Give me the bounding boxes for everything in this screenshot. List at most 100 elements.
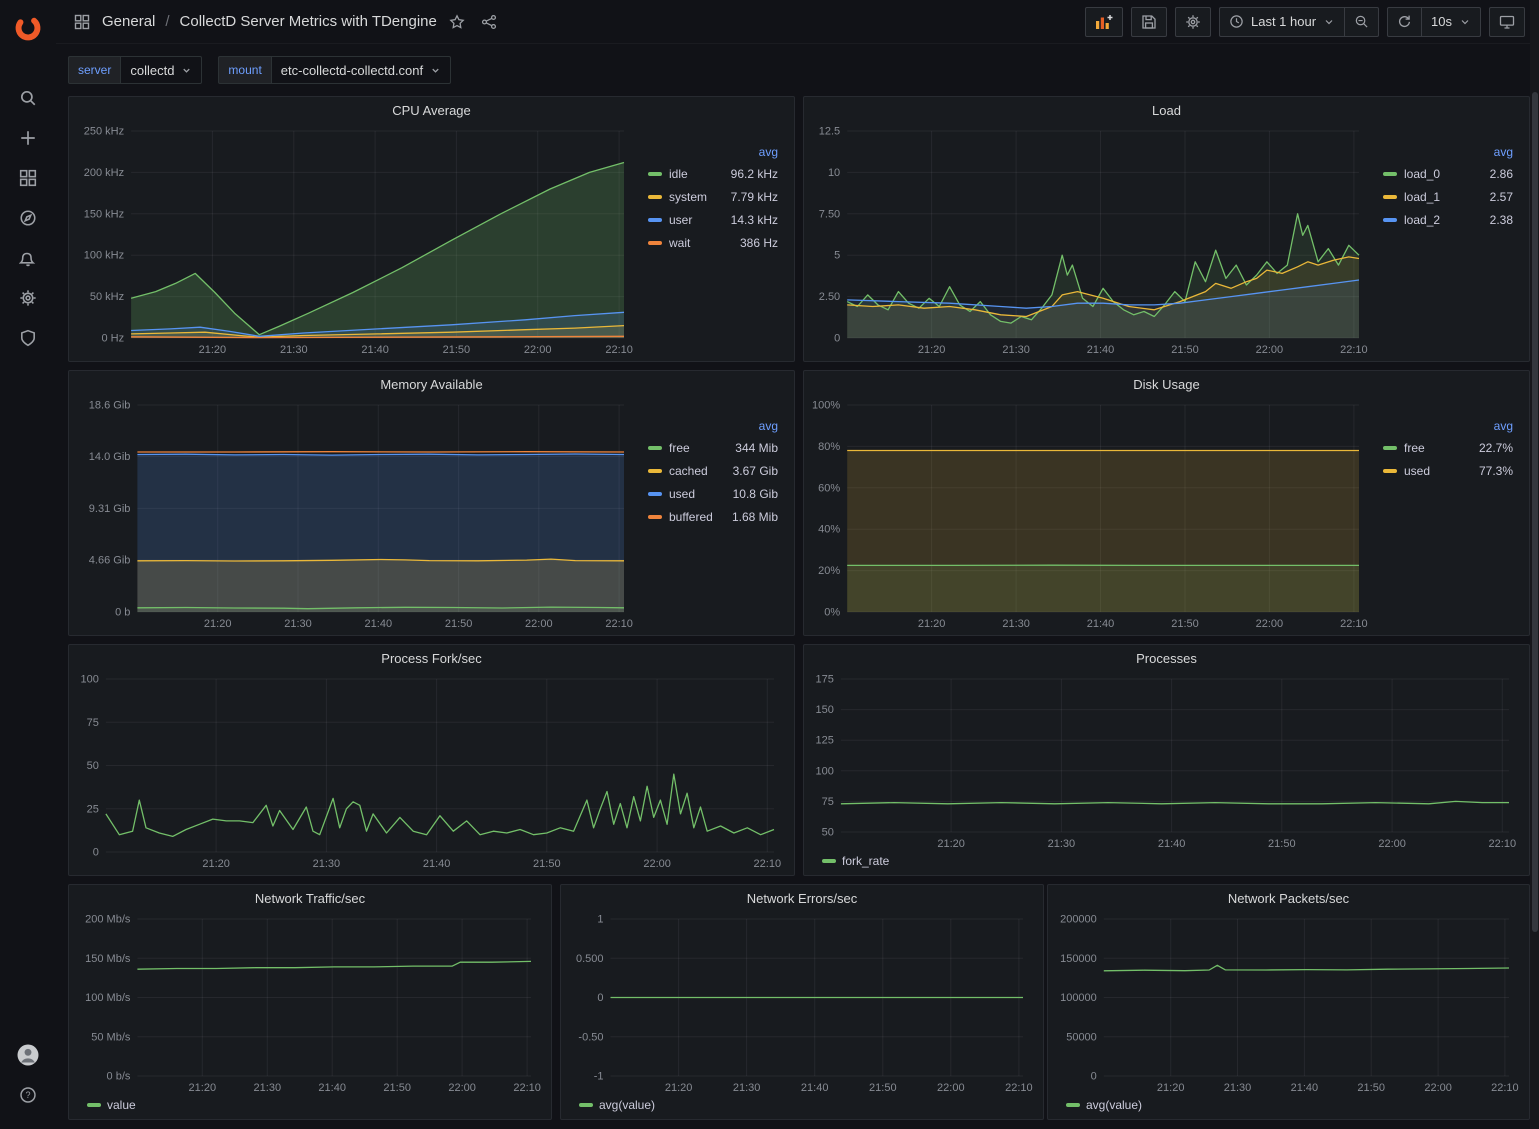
process-fork-chart[interactable]: 025507510021:2021:3021:4021:5022:0022:10 — [75, 671, 788, 871]
panel-title[interactable]: Network Errors/sec — [561, 885, 1043, 911]
legend-series-name[interactable]: free — [1404, 441, 1425, 455]
variable-mount-dropdown[interactable]: etc-collectd-collectd.conf — [271, 56, 451, 84]
svg-text:22:10: 22:10 — [754, 858, 782, 870]
chart-canvas[interactable]: 507510012515017521:2021:3021:4021:5022:0… — [810, 671, 1523, 851]
grafana-logo[interactable] — [8, 10, 48, 46]
gear-icon — [19, 289, 37, 307]
sidebar-item-search[interactable] — [8, 80, 48, 116]
legend-series-name[interactable]: avg(value) — [579, 1098, 655, 1112]
dashboards-grid-icon — [19, 169, 37, 187]
svg-text:0: 0 — [597, 992, 603, 1004]
svg-text:21:40: 21:40 — [1087, 344, 1115, 356]
network-packets-chart[interactable]: 05000010000015000020000021:2021:3021:402… — [1054, 911, 1523, 1095]
sidebar-item-explore[interactable] — [8, 200, 48, 236]
breadcrumb-folder[interactable]: General — [102, 13, 155, 30]
breadcrumb-dashboard-title[interactable]: CollectD Server Metrics with TDengine — [180, 13, 437, 30]
scrollbar[interactable] — [1530, 0, 1539, 1129]
scrollbar-thumb[interactable] — [1532, 92, 1538, 932]
add-panel-button[interactable] — [1085, 7, 1123, 37]
svg-text:21:30: 21:30 — [313, 858, 341, 870]
legend-series-name[interactable]: value — [87, 1098, 136, 1112]
chart-canvas[interactable]: -1-0.5000.500121:2021:3021:4021:5022:002… — [567, 911, 1037, 1095]
legend-series-name[interactable]: system — [669, 190, 707, 204]
chart-canvas[interactable]: 0 b4.66 Gib9.31 Gib14.0 Gib18.6 Gib21:20… — [75, 397, 638, 631]
chart-canvas[interactable]: 02.5057.501012.521:2021:3021:4021:5022:0… — [810, 123, 1373, 357]
legend-series-name[interactable]: wait — [669, 236, 690, 250]
series-color-icon — [648, 515, 662, 519]
panel-title[interactable]: Disk Usage — [804, 371, 1529, 397]
panel-title[interactable]: Process Fork/sec — [69, 645, 794, 671]
user-avatar[interactable] — [8, 1037, 48, 1073]
chart-canvas[interactable]: 0 Hz50 kHz100 kHz150 kHz200 kHz250 kHz21… — [75, 123, 638, 357]
legend-item: used77.3% — [1383, 459, 1513, 482]
svg-text:40%: 40% — [818, 524, 840, 536]
sidebar-item-help[interactable]: ? — [8, 1077, 48, 1113]
time-range-picker[interactable]: Last 1 hour — [1219, 7, 1344, 37]
sidebar-item-server-admin[interactable] — [8, 320, 48, 356]
series-color-icon — [1383, 446, 1397, 450]
chart-canvas[interactable]: 025507510021:2021:3021:4021:5022:0022:10 — [75, 671, 788, 871]
refresh-interval-picker[interactable]: 10s — [1421, 7, 1481, 37]
legend-series-name[interactable]: idle — [669, 167, 688, 181]
zoom-out-time-button[interactable] — [1344, 7, 1379, 37]
legend-series-name[interactable]: used — [1404, 464, 1430, 478]
legend-series-name[interactable]: buffered — [669, 510, 713, 524]
chart-canvas[interactable]: 05000010000015000020000021:2021:3021:402… — [1054, 911, 1523, 1095]
svg-text:21:50: 21:50 — [1171, 618, 1199, 630]
svg-text:21:30: 21:30 — [1002, 344, 1030, 356]
legend-series-name[interactable]: load_0 — [1404, 167, 1440, 181]
legend-series-name[interactable]: user — [669, 213, 692, 227]
dashboard-settings-button[interactable] — [1175, 7, 1211, 37]
sidebar-item-dashboards[interactable] — [8, 160, 48, 196]
legend-item: free344 Mib — [648, 436, 778, 459]
panel-title[interactable]: Network Traffic/sec — [69, 885, 551, 911]
legend-item: load_12.57 — [1383, 185, 1513, 208]
svg-text:22:00: 22:00 — [937, 1082, 965, 1094]
legend-series-name[interactable]: avg(value) — [1066, 1098, 1142, 1112]
legend: fork_rate — [810, 851, 1523, 871]
network-traffic-chart[interactable]: 0 b/s50 Mb/s100 Mb/s150 Mb/s200 Mb/s21:2… — [75, 911, 545, 1095]
chart-canvas[interactable]: 0%20%40%60%80%100%21:2021:3021:4021:5022… — [810, 397, 1373, 631]
legend-series-avg-value: 1.68 Mib — [732, 510, 778, 524]
svg-text:0%: 0% — [824, 607, 840, 619]
svg-text:5: 5 — [834, 250, 840, 262]
sidebar-item-create[interactable] — [8, 120, 48, 156]
legend-series-name[interactable]: free — [669, 441, 690, 455]
chart-canvas[interactable]: 0 b/s50 Mb/s100 Mb/s150 Mb/s200 Mb/s21:2… — [75, 911, 545, 1095]
svg-text:50 Mb/s: 50 Mb/s — [91, 1031, 131, 1043]
panel-title[interactable]: Processes — [804, 645, 1529, 671]
disk-usage-chart[interactable]: 0%20%40%60%80%100%21:2021:3021:4021:5022… — [810, 397, 1373, 631]
save-dashboard-button[interactable] — [1131, 7, 1167, 37]
svg-text:22:10: 22:10 — [1005, 1082, 1033, 1094]
legend-avg-header[interactable]: avg — [648, 145, 778, 159]
legend-series-name[interactable]: load_2 — [1404, 213, 1440, 227]
legend-item: used10.8 Gib — [648, 482, 778, 505]
cpu-average-chart[interactable]: 0 Hz50 kHz100 kHz150 kHz200 kHz250 kHz21… — [75, 123, 638, 357]
cycle-view-mode-button[interactable] — [1489, 7, 1525, 37]
memory-available-chart[interactable]: 0 b4.66 Gib9.31 Gib14.0 Gib18.6 Gib21:20… — [75, 397, 638, 631]
legend-series-name[interactable]: fork_rate — [822, 854, 889, 868]
panel-title[interactable]: Memory Available — [69, 371, 794, 397]
share-dashboard-button[interactable] — [477, 10, 501, 34]
processes-chart[interactable]: 507510012515017521:2021:3021:4021:5022:0… — [810, 671, 1523, 851]
panel-title[interactable]: Network Packets/sec — [1048, 885, 1529, 911]
legend-series-name[interactable]: load_1 — [1404, 190, 1440, 204]
legend: avgfree344 Mibcached3.67 Gibused10.8 Gib… — [638, 397, 788, 631]
panel-title[interactable]: Load — [804, 97, 1529, 123]
svg-text:21:20: 21:20 — [1157, 1082, 1185, 1094]
sidebar-item-alerting[interactable] — [8, 240, 48, 276]
dashboard-folder-button[interactable] — [70, 10, 94, 34]
legend-avg-header[interactable]: avg — [1383, 145, 1513, 159]
refresh-dashboard-button[interactable] — [1387, 7, 1421, 37]
legend-avg-header[interactable]: avg — [648, 419, 778, 433]
star-dashboard-button[interactable] — [445, 10, 469, 34]
legend-series-name[interactable]: used — [669, 487, 695, 501]
load-chart[interactable]: 02.5057.501012.521:2021:3021:4021:5022:0… — [810, 123, 1373, 357]
sidebar-item-configuration[interactable] — [8, 280, 48, 316]
variable-server-dropdown[interactable]: collectd — [120, 56, 202, 84]
legend-series-name[interactable]: cached — [669, 464, 708, 478]
network-errors-chart[interactable]: -1-0.5000.500121:2021:3021:4021:5022:002… — [567, 911, 1037, 1095]
svg-text:21:50: 21:50 — [443, 344, 471, 356]
legend-avg-header[interactable]: avg — [1383, 419, 1513, 433]
panel-title[interactable]: CPU Average — [69, 97, 794, 123]
